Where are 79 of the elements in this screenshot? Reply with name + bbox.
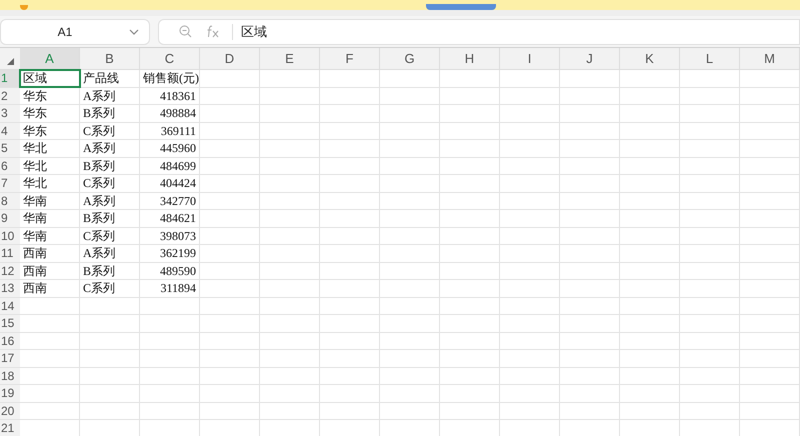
- table-cell: 西南: [20, 262, 80, 279]
- row-header[interactable]: 14: [0, 298, 20, 314]
- row-header[interactable]: 20: [0, 402, 20, 419]
- table-cell: 311894: [140, 280, 200, 296]
- table-cell: 484699: [140, 158, 200, 174]
- zoom-icon: [179, 25, 192, 38]
- row-header[interactable]: 7: [0, 175, 20, 192]
- table-cell: 产品线: [80, 70, 140, 86]
- row-header[interactable]: 18: [0, 368, 20, 384]
- table-cell: 华北: [20, 140, 80, 156]
- table-cell: 华南: [20, 210, 80, 226]
- row-header[interactable]: 6: [0, 158, 20, 174]
- row-header[interactable]: 11: [0, 245, 20, 262]
- column-header[interactable]: G: [380, 48, 440, 69]
- table-cell: C系列: [80, 280, 140, 296]
- column-header[interactable]: C: [140, 48, 200, 69]
- row-header[interactable]: 19: [0, 385, 20, 402]
- table-cell: 华北: [20, 175, 80, 192]
- row-header[interactable]: 21: [0, 420, 20, 436]
- table-cell: 西南: [20, 280, 80, 296]
- table-cell: 369111: [140, 122, 200, 139]
- column-header[interactable]: M: [740, 48, 800, 69]
- formula-text: 区域: [241, 22, 267, 41]
- table-cell: 华南: [20, 192, 80, 209]
- table-cell: 华东: [20, 88, 80, 104]
- column-header[interactable]: I: [500, 48, 560, 69]
- column-header[interactable]: K: [620, 48, 680, 69]
- table-cell: 西南: [20, 245, 80, 262]
- column-header[interactable]: E: [260, 48, 320, 69]
- table-cell: 华北: [20, 158, 80, 174]
- column-header[interactable]: F: [320, 48, 380, 69]
- table-cell: 华东: [20, 105, 80, 122]
- row-header[interactable]: 15: [0, 315, 20, 332]
- table-cell: 销售额(元): [140, 70, 200, 86]
- table-cell: B系列: [80, 210, 140, 226]
- table-cell: 362199: [140, 245, 200, 262]
- warning-icon: [20, 5, 28, 10]
- table-cell: 华东: [20, 122, 80, 139]
- table-cell: 418361: [140, 88, 200, 104]
- row-header[interactable]: 17: [0, 350, 20, 366]
- function-icon: [206, 25, 220, 38]
- chevron-down-icon: [129, 28, 139, 34]
- formula-field[interactable]: 区域: [158, 18, 800, 44]
- table-cell: 区域: [20, 70, 80, 86]
- table-cell: 484621: [140, 210, 200, 226]
- table-cell: 398073: [140, 228, 200, 244]
- table-cell: C系列: [80, 175, 140, 192]
- row-header[interactable]: 9: [0, 210, 20, 226]
- table-cell: C系列: [80, 228, 140, 244]
- name-box[interactable]: A1: [0, 18, 150, 44]
- table-cell: 445960: [140, 140, 200, 156]
- column-header[interactable]: B: [80, 48, 140, 69]
- table-cell: B系列: [80, 105, 140, 122]
- row-header[interactable]: 16: [0, 332, 20, 349]
- table-cell: A系列: [80, 140, 140, 156]
- column-header[interactable]: L: [680, 48, 740, 69]
- table-cell: A系列: [80, 88, 140, 104]
- table-cell: 342770: [140, 192, 200, 209]
- table-cell: 498884: [140, 105, 200, 122]
- table-cell: B系列: [80, 262, 140, 279]
- row-header[interactable]: 2: [0, 88, 20, 104]
- column-header[interactable]: D: [200, 48, 260, 69]
- table-cell: 华南: [20, 228, 80, 244]
- table-cell: 404424: [140, 175, 200, 192]
- row-header[interactable]: 3: [0, 105, 20, 122]
- table-cell: A系列: [80, 192, 140, 209]
- column-header[interactable]: J: [560, 48, 620, 69]
- table-cell: 489590: [140, 262, 200, 279]
- row-header[interactable]: 8: [0, 192, 20, 209]
- row-header[interactable]: 13: [0, 280, 20, 296]
- row-header[interactable]: 12: [0, 262, 20, 279]
- table-cell: C系列: [80, 122, 140, 139]
- table-cell: B系列: [80, 158, 140, 174]
- table-cell: A系列: [80, 245, 140, 262]
- row-header[interactable]: 4: [0, 122, 20, 139]
- row-header[interactable]: 5: [0, 140, 20, 156]
- row-header[interactable]: 10: [0, 228, 20, 244]
- select-all-icon[interactable]: [6, 58, 14, 65]
- column-header[interactable]: H: [440, 48, 500, 69]
